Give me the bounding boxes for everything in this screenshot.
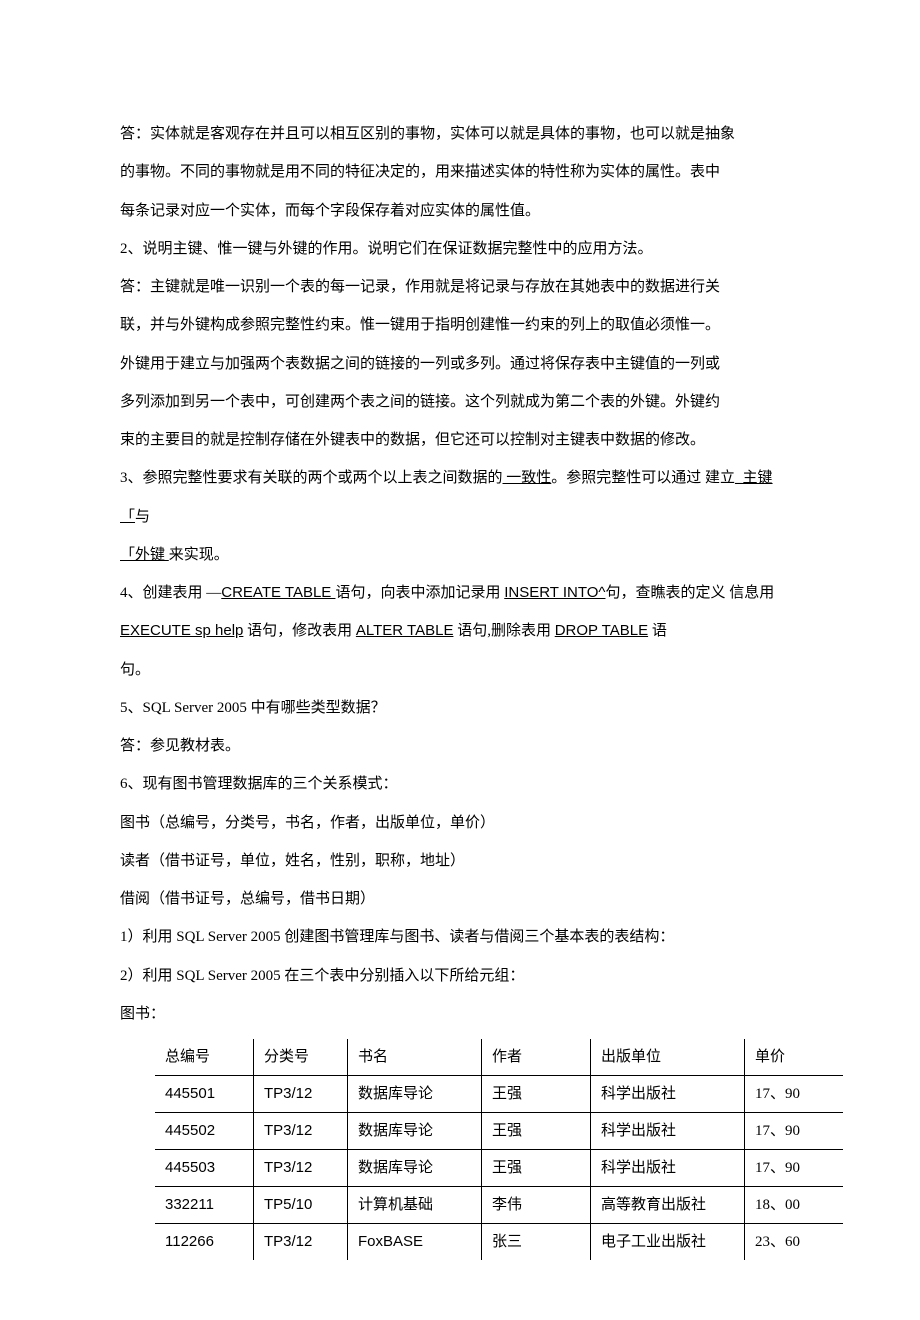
question-4-cont: EXECUTE sp help 语句，修改表用 ALTER TABLE 语句,删… bbox=[120, 612, 800, 650]
table-row: 445503 TP3/12 数据库导论 王强 科学出版社 17、90 bbox=[155, 1150, 843, 1187]
cell-id: 445501 bbox=[155, 1076, 254, 1113]
text: 。参照完整性可以通过 建立 bbox=[551, 470, 735, 486]
cell-title: 数据库导论 bbox=[348, 1076, 482, 1113]
question-6: 6、现有图书管理数据库的三个关系模式： bbox=[120, 765, 800, 803]
text: 4、创建表用 — bbox=[120, 585, 221, 601]
cell-pub: 高等教育出版社 bbox=[591, 1187, 745, 1224]
cell-id: 332211 bbox=[155, 1187, 254, 1224]
text: 来实现。 bbox=[169, 547, 229, 563]
cell-price: 17、90 bbox=[745, 1113, 844, 1150]
text: 语句，向表中添加记录用 bbox=[335, 585, 504, 601]
sub-question-2: 2）利用 SQL Server 2005 在三个表中分别插入以下所给元组： bbox=[120, 957, 800, 995]
cell-id: 445503 bbox=[155, 1150, 254, 1187]
question-3: 3、参照完整性要求有关联的两个或两个以上表之间数据的 一致性。参照完整性可以通过… bbox=[120, 459, 800, 536]
body-text: 多列添加到另一个表中，可创建两个表之间的链接。这个列就成为第二个表的外键。外键约 bbox=[120, 383, 800, 421]
cell-author: 张三 bbox=[482, 1224, 591, 1261]
question-4-end: 句。 bbox=[120, 651, 800, 689]
cell-pub: 电子工业出版社 bbox=[591, 1224, 745, 1261]
header-title: 书名 bbox=[348, 1039, 482, 1076]
cell-author: 王强 bbox=[482, 1150, 591, 1187]
cell-author: 王强 bbox=[482, 1113, 591, 1150]
cell-class: TP3/12 bbox=[254, 1113, 348, 1150]
cell-author: 王强 bbox=[482, 1076, 591, 1113]
body-text: 联，并与外键构成参照完整性约束。惟一键用于指明创建惟一约束的列上的取值必须惟一。 bbox=[120, 306, 800, 344]
table-row: 112266 TP3/12 FoxBASE 张三 电子工业出版社 23、60 bbox=[155, 1224, 843, 1261]
book-table: 总编号 分类号 书名 作者 出版单位 单价 445501 TP3/12 数据库导… bbox=[155, 1039, 843, 1260]
answer-5: 答：参见教材表。 bbox=[120, 727, 800, 765]
cell-pub: 科学出版社 bbox=[591, 1113, 745, 1150]
table-row: 445502 TP3/12 数据库导论 王强 科学出版社 17、90 bbox=[155, 1113, 843, 1150]
book-table-wrap: 总编号 分类号 书名 作者 出版单位 单价 445501 TP3/12 数据库导… bbox=[155, 1039, 800, 1260]
cell-pub: 科学出版社 bbox=[591, 1076, 745, 1113]
header-price: 单价 bbox=[745, 1039, 844, 1076]
sub-question-1: 1）利用 SQL Server 2005 创建图书管理库与图书、读者与借阅三个基… bbox=[120, 918, 800, 956]
text: 3、参照完整性要求有关联的两个或两个以上表之间数据的 bbox=[120, 470, 503, 486]
body-text: 外键用于建立与加强两个表数据之间的链接的一列或多列。通过将保存表中主键值的一列或 bbox=[120, 345, 800, 383]
question-2: 2、说明主键、惟一键与外键的作用。说明它们在保证数据完整性中的应用方法。 bbox=[120, 230, 800, 268]
blank-consistency: 一致性 bbox=[503, 470, 552, 486]
text: 与 bbox=[135, 509, 150, 525]
question-5: 5、SQL Server 2005 中有哪些类型数据？ bbox=[120, 689, 800, 727]
document-page: 答：实体就是客观存在并且可以相互区别的事物，实体可以就是具体的事物，也可以就是抽… bbox=[0, 0, 920, 1320]
table-caption-book: 图书： bbox=[120, 995, 800, 1033]
cell-class: TP3/12 bbox=[254, 1224, 348, 1261]
blank-insert-into: INSERT INTO^ bbox=[504, 584, 605, 601]
question-4: 4、创建表用 —CREATE TABLE 语句，向表中添加记录用 INSERT … bbox=[120, 574, 800, 612]
cell-id: 112266 bbox=[155, 1224, 254, 1261]
cell-pub: 科学出版社 bbox=[591, 1150, 745, 1187]
body-text: 答：实体就是客观存在并且可以相互区别的事物，实体可以就是具体的事物，也可以就是抽… bbox=[120, 115, 800, 153]
table-header-row: 总编号 分类号 书名 作者 出版单位 单价 bbox=[155, 1039, 843, 1076]
blank-drop-table: DROP TABLE bbox=[555, 622, 648, 639]
header-class: 分类号 bbox=[254, 1039, 348, 1076]
text: 语 bbox=[648, 623, 667, 639]
table-row: 445501 TP3/12 数据库导论 王强 科学出版社 17、90 bbox=[155, 1076, 843, 1113]
schema-reader: 读者（借书证号，单位，姓名，性别，职称，地址） bbox=[120, 842, 800, 880]
cell-class: TP5/10 bbox=[254, 1187, 348, 1224]
cell-title: 计算机基础 bbox=[348, 1187, 482, 1224]
cell-price: 18、00 bbox=[745, 1187, 844, 1224]
header-pub: 出版单位 bbox=[591, 1039, 745, 1076]
cell-id: 445502 bbox=[155, 1113, 254, 1150]
text: 句，查瞧表的定义 信息用 bbox=[605, 585, 774, 601]
cell-price: 17、90 bbox=[745, 1076, 844, 1113]
text: 语句,删除表用 bbox=[453, 623, 554, 639]
body-text: 答：主键就是唯一识别一个表的每一记录，作用就是将记录与存放在其她表中的数据进行关 bbox=[120, 268, 800, 306]
blank-alter-table: ALTER TABLE bbox=[356, 622, 454, 639]
cell-price: 17、90 bbox=[745, 1150, 844, 1187]
blank-create-table: CREATE TABLE bbox=[221, 584, 335, 601]
cell-price: 23、60 bbox=[745, 1224, 844, 1261]
header-id: 总编号 bbox=[155, 1039, 254, 1076]
body-text: 每条记录对应一个实体，而每个字段保存着对应实体的属性值。 bbox=[120, 192, 800, 230]
table-row: 332211 TP5/10 计算机基础 李伟 高等教育出版社 18、00 bbox=[155, 1187, 843, 1224]
body-text: 的事物。不同的事物就是用不同的特征决定的，用来描述实体的特性称为实体的属性。表中 bbox=[120, 153, 800, 191]
cell-title: 数据库导论 bbox=[348, 1113, 482, 1150]
body-text: 束的主要目的就是控制存储在外键表中的数据，但它还可以控制对主键表中数据的修改。 bbox=[120, 421, 800, 459]
cell-title: 数据库导论 bbox=[348, 1150, 482, 1187]
header-author: 作者 bbox=[482, 1039, 591, 1076]
cell-class: TP3/12 bbox=[254, 1150, 348, 1187]
blank-foreign-key: 「外键 bbox=[120, 547, 169, 563]
schema-book: 图书（总编号，分类号，书名，作者，出版单位，单价） bbox=[120, 804, 800, 842]
question-3-cont: 「外键 来实现。 bbox=[120, 536, 800, 574]
text: 语句，修改表用 bbox=[243, 623, 356, 639]
cell-class: TP3/12 bbox=[254, 1076, 348, 1113]
schema-borrow: 借阅（借书证号，总编号，借书日期） bbox=[120, 880, 800, 918]
cell-title: FoxBASE bbox=[348, 1224, 482, 1261]
cell-author: 李伟 bbox=[482, 1187, 591, 1224]
blank-execute-sp-help: EXECUTE sp help bbox=[120, 622, 243, 639]
